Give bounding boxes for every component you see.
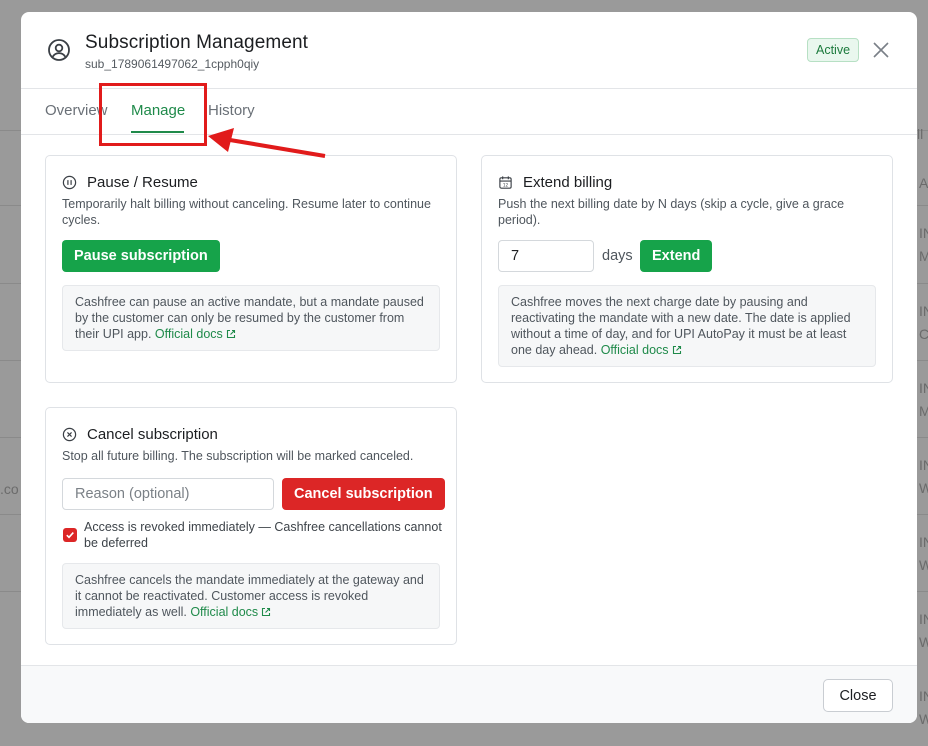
days-label: days bbox=[602, 248, 633, 264]
tab-bar: Overview Manage History bbox=[21, 89, 917, 134]
bg-text: IN bbox=[919, 688, 928, 704]
pause-info-note: Cashfree can pause an active mandate, bu… bbox=[62, 285, 440, 351]
extend-docs-link-label: Official docs bbox=[600, 343, 669, 357]
checkmark-icon bbox=[66, 532, 74, 539]
cancel-docs-link-label: Official docs bbox=[190, 605, 259, 619]
extend-official-docs-link[interactable]: Official docs bbox=[601, 343, 682, 357]
cancel-reason-input[interactable] bbox=[62, 478, 274, 510]
bg-text: IN bbox=[919, 457, 928, 473]
pause-card-header: Pause / Resume bbox=[62, 174, 198, 191]
bg-text: W bbox=[919, 480, 928, 496]
active-tab-indicator bbox=[131, 131, 184, 133]
cancel-card-header: Cancel subscription bbox=[62, 426, 218, 443]
bg-text: IN bbox=[919, 303, 928, 319]
bg-text: W bbox=[919, 711, 928, 727]
pause-card-title: Pause / Resume bbox=[87, 174, 198, 191]
tab-manage[interactable]: Manage bbox=[131, 102, 185, 119]
cancel-official-docs-link[interactable]: Official docs bbox=[190, 605, 271, 619]
pause-circle-icon bbox=[62, 175, 77, 190]
tabs-divider bbox=[21, 134, 917, 135]
pause-resume-card: Pause / Resume Temporarily halt billing … bbox=[45, 155, 457, 383]
pause-note-text: Cashfree can pause an active mandate, bu… bbox=[75, 295, 424, 341]
pause-subscription-button[interactable]: Pause subscription bbox=[62, 240, 220, 272]
calendar-icon: 12 bbox=[499, 176, 512, 189]
extend-info-note: Cashfree moves the next charge date by p… bbox=[498, 285, 876, 367]
external-link-icon bbox=[262, 607, 271, 617]
bg-text: IN bbox=[919, 611, 928, 627]
pause-docs-link-label: Official docs bbox=[154, 327, 223, 341]
extend-days-input[interactable] bbox=[498, 240, 594, 272]
external-link-icon bbox=[672, 345, 681, 355]
tab-overview[interactable]: Overview bbox=[45, 102, 108, 119]
status-badge: Active bbox=[807, 38, 860, 62]
tab-history[interactable]: History bbox=[208, 102, 255, 119]
extend-card-description: Push the next billing date by N days (sk… bbox=[498, 197, 845, 227]
cancel-card-title: Cancel subscription bbox=[87, 426, 218, 443]
extend-card-header: 12 Extend billing bbox=[498, 174, 612, 191]
modal-header: Subscription Management sub_178906149706… bbox=[21, 12, 917, 89]
modal-title: Subscription Management bbox=[85, 32, 309, 53]
bg-text: ll bbox=[917, 126, 924, 142]
extend-card-title: Extend billing bbox=[523, 174, 613, 191]
pause-official-docs-link[interactable]: Official docs bbox=[155, 327, 236, 341]
bg-text: M bbox=[919, 403, 928, 419]
external-link-icon bbox=[226, 329, 235, 339]
cancel-subscription-button[interactable]: Cancel subscription bbox=[282, 478, 445, 510]
subscription-id: sub_1789061497062_1cpph0qiy bbox=[85, 57, 260, 71]
revoke-access-label: Access is revoked immediately — Cashfree… bbox=[84, 520, 442, 550]
bg-text: .co bbox=[0, 481, 19, 497]
pause-card-description: Temporarily halt billing without canceli… bbox=[62, 197, 431, 227]
bg-text: A bbox=[919, 175, 928, 191]
cancel-subscription-card: Cancel subscription Stop all future bill… bbox=[45, 407, 457, 645]
bg-text: C bbox=[919, 326, 928, 342]
x-circle-icon bbox=[62, 427, 77, 442]
bg-text: W bbox=[919, 634, 928, 650]
extend-button[interactable]: Extend bbox=[640, 240, 713, 272]
cancel-card-description: Stop all future billing. The subscriptio… bbox=[62, 449, 414, 463]
subscription-modal: Subscription Management sub_178906149706… bbox=[21, 12, 917, 723]
close-icon[interactable] bbox=[871, 40, 891, 60]
bg-text: IN bbox=[919, 534, 928, 550]
extend-billing-card: 12 Extend billing Push the next billing … bbox=[481, 155, 893, 383]
bg-text: M bbox=[919, 248, 928, 264]
cancel-info-note: Cashfree cancels the mandate immediately… bbox=[62, 563, 440, 629]
revoke-access-checkbox[interactable] bbox=[63, 528, 77, 542]
bg-text: W bbox=[919, 557, 928, 573]
modal-footer bbox=[21, 666, 917, 723]
bg-text: IN bbox=[919, 225, 928, 241]
bg-text: IN bbox=[919, 380, 928, 396]
user-circle-icon bbox=[48, 39, 70, 61]
svg-text:12: 12 bbox=[503, 183, 509, 188]
close-button[interactable]: Close bbox=[823, 679, 893, 712]
